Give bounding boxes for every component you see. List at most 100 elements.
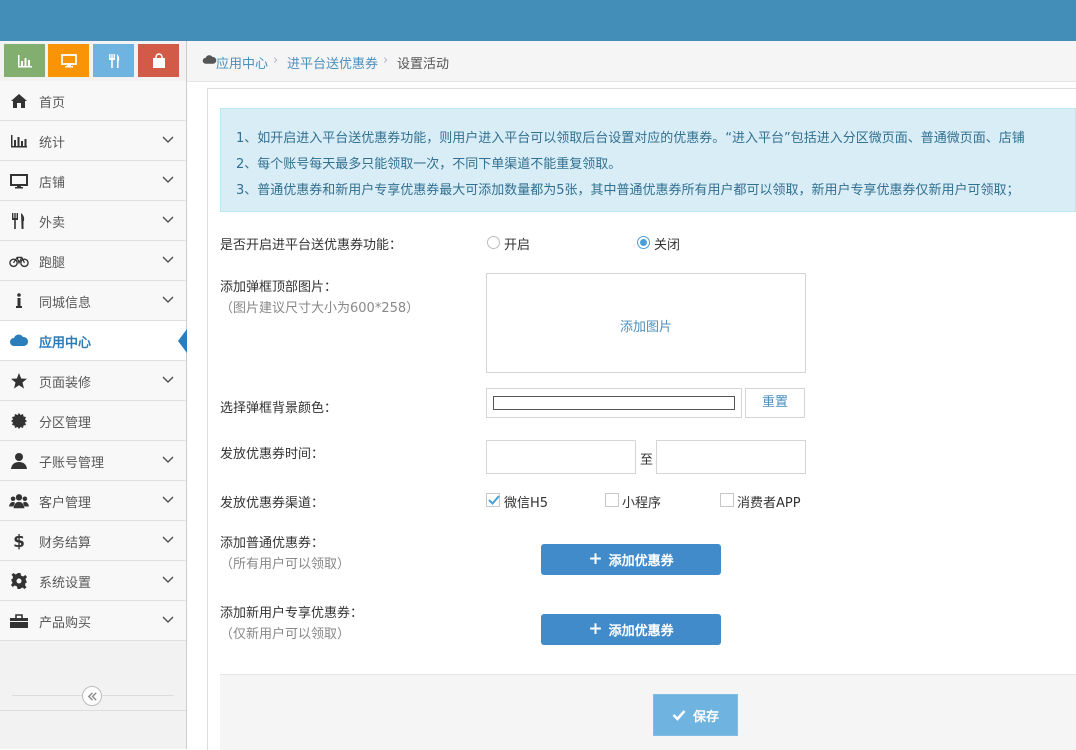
notice-line-2: 2、每个账号每天最多只能领取一次，不同下单渠道不能重复领取。 [236, 157, 622, 172]
color-swatch[interactable] [493, 396, 735, 410]
cutlery-icon [9, 211, 29, 231]
sidebar-item-home[interactable]: 首页 [0, 81, 186, 121]
breadcrumb-separator-icon: › [383, 53, 389, 68]
image-upload-box[interactable]: 添加图片 [486, 273, 806, 373]
new-user-coupon-label: 添加新用户专享优惠券： [220, 606, 364, 621]
shortcut-desktop-button[interactable] [48, 44, 89, 77]
chevron-down-icon [162, 376, 174, 384]
channel-wechat-checkbox[interactable] [486, 493, 500, 507]
sidebar-item-stats[interactable]: 统计 [0, 121, 186, 161]
chevron-down-icon [162, 176, 174, 184]
breadcrumb-link-app-center[interactable]: 应用中心 [216, 53, 268, 72]
sidebar-collapse-button[interactable] [82, 686, 102, 706]
home-icon [9, 91, 29, 111]
sidebar-item-errand[interactable]: 跑腿 [0, 241, 186, 281]
image-label: 添加弹框顶部图片： [220, 280, 338, 295]
normal-coupon-label: 添加普通优惠券： [220, 536, 325, 551]
cloud-icon [202, 55, 217, 64]
plus-icon: + [588, 549, 603, 569]
sidebar-item-takeout[interactable]: 外卖 [0, 201, 186, 241]
sidebar-item-finance[interactable]: $ 财务结算 [0, 521, 186, 561]
channel-wechat-label[interactable]: 微信H5 [504, 492, 548, 511]
bicycle-icon [9, 251, 29, 271]
chevron-down-icon [162, 296, 174, 304]
sidebar-item-settings[interactable]: 系统设置 [0, 561, 186, 601]
desktop-icon [9, 171, 29, 191]
shopping-bag-icon [152, 52, 165, 68]
save-button-label: 保存 [692, 709, 719, 725]
notice-box: 1、如开启进入平台送优惠券功能，则用户进入平台可以领取后台设置对应的优惠券。“进… [220, 108, 1076, 212]
add-normal-coupon-button[interactable]: + 添加优惠券 [541, 544, 721, 575]
cloud-icon [9, 331, 29, 351]
breadcrumb-current: 设置活动 [397, 57, 450, 72]
sidebar-item-city-info[interactable]: 同城信息 [0, 281, 186, 321]
add-new-user-coupon-button[interactable]: + 添加优惠券 [541, 614, 721, 645]
sidebar-nav: 首页 统计 店铺 外卖 跑腿 同城信息 应用中心 页面装修 分区管理 子账号管理… [0, 81, 187, 641]
sidebar-item-shop[interactable]: 店铺 [0, 161, 186, 201]
sidebar-item-label: 统计 [39, 136, 66, 151]
enable-on-radio[interactable] [487, 236, 500, 249]
add-image-link[interactable]: 添加图片 [487, 316, 805, 335]
sidebar-item-label: 子账号管理 [39, 456, 105, 471]
shortcut-food-button[interactable] [93, 44, 134, 77]
sidebar-item-app-center[interactable]: 应用中心 [0, 321, 187, 361]
breadcrumb: 应用中心 › 进平台送优惠券 › 设置活动 [187, 41, 1076, 82]
chevron-down-icon [162, 256, 174, 264]
chevron-down-icon [162, 136, 174, 144]
channel-app-checkbox[interactable] [720, 493, 734, 507]
channel-mini-checkbox[interactable] [605, 493, 619, 507]
enable-off-radio[interactable] [637, 236, 650, 249]
sidebar-item-label: 系统设置 [39, 576, 92, 591]
bar-chart-icon [17, 54, 32, 67]
sidebar-item-label: 财务结算 [39, 536, 92, 551]
double-chevron-left-icon [87, 691, 97, 701]
end-time-input[interactable] [656, 440, 806, 474]
users-icon [9, 491, 29, 511]
dollar-icon: $ [9, 531, 29, 551]
sidebar-item-zone[interactable]: 分区管理 [0, 401, 186, 441]
chevron-down-icon [162, 496, 174, 504]
sidebar-item-label: 同城信息 [39, 296, 92, 311]
save-button[interactable]: 保存 [653, 694, 738, 736]
channel-label: 发放优惠券渠道： [220, 496, 325, 511]
chevron-down-icon [162, 616, 174, 624]
image-hint: （图片建议尺寸大小为600*258） [220, 301, 420, 316]
breadcrumb-link-parent[interactable]: 进平台送优惠券 [287, 53, 378, 72]
normal-coupon-hint: （所有用户可以领取） [220, 557, 351, 572]
sidebar-item-page-decor[interactable]: 页面装修 [0, 361, 186, 401]
info-icon [9, 291, 29, 311]
color-picker[interactable] [486, 388, 742, 418]
svg-text:$: $ [13, 532, 25, 550]
enable-on-label[interactable]: 开启 [504, 234, 530, 253]
sidebar-shortcuts [0, 41, 186, 81]
sidebar-item-label: 首页 [39, 96, 66, 111]
shortcut-stats-button[interactable] [4, 44, 45, 77]
time-separator: 至 [640, 453, 654, 468]
sidebar-item-label: 应用中心 [39, 336, 92, 351]
top-navbar [0, 0, 1076, 41]
cog-icon [9, 571, 29, 591]
chevron-down-icon [162, 576, 174, 584]
sidebar-item-sub-account[interactable]: 子账号管理 [0, 441, 186, 481]
sidebar-item-customers[interactable]: 客户管理 [0, 481, 186, 521]
sidebar-item-label: 外卖 [39, 216, 66, 231]
check-icon [672, 710, 686, 721]
channel-mini-label[interactable]: 小程序 [622, 492, 661, 511]
color-reset-button[interactable]: 重置 [745, 388, 805, 418]
sidebar-item-label: 页面装修 [39, 376, 92, 391]
channel-app-label[interactable]: 消费者APP [737, 492, 801, 511]
checkmark-icon [488, 495, 500, 505]
star-icon [9, 371, 29, 391]
sidebar-item-label: 跑腿 [39, 256, 66, 271]
start-time-input[interactable] [486, 440, 636, 474]
sidebar-item-purchase[interactable]: 产品购买 [0, 601, 186, 641]
add-new-user-coupon-label: 添加优惠券 [608, 624, 674, 639]
user-icon [9, 451, 29, 471]
enable-off-label[interactable]: 关闭 [654, 234, 680, 253]
sidebar-collapse [0, 682, 186, 711]
form-actions-bar [220, 674, 1076, 750]
shortcut-shop-button[interactable] [138, 44, 179, 77]
enable-label: 是否开启进平台送优惠券功能： [220, 238, 403, 253]
utensils-icon [108, 53, 119, 68]
new-user-coupon-hint: （仅新用户可以领取） [220, 627, 351, 642]
